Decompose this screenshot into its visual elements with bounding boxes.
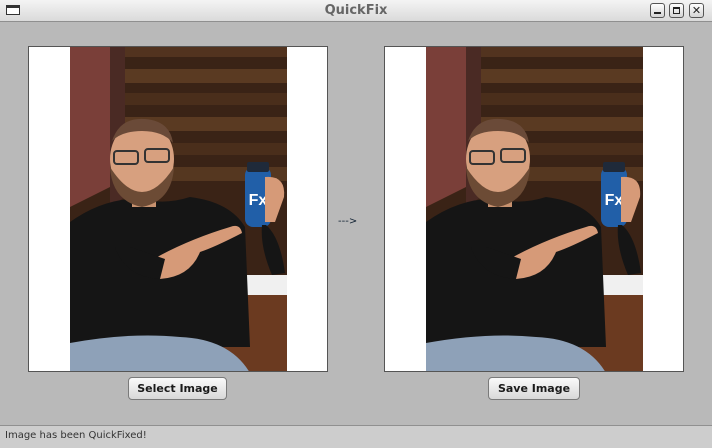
original-photo (70, 47, 287, 372)
select-image-button[interactable]: Select Image (128, 377, 227, 400)
status-bar: Image has been QuickFixed! (0, 425, 712, 448)
maximize-icon[interactable] (669, 3, 684, 18)
fixed-image-panel (384, 46, 684, 372)
title-bar[interactable]: QuickFix ✕ (0, 0, 712, 22)
close-icon[interactable]: ✕ (689, 3, 704, 18)
window-title: QuickFix (324, 3, 388, 18)
save-image-button[interactable]: Save Image (488, 377, 580, 400)
original-image-panel (28, 46, 328, 372)
fixed-photo (426, 47, 643, 372)
minimize-icon[interactable] (650, 3, 665, 18)
status-text: Image has been QuickFixed! (5, 430, 147, 441)
arrow-label: ---> (338, 216, 358, 227)
